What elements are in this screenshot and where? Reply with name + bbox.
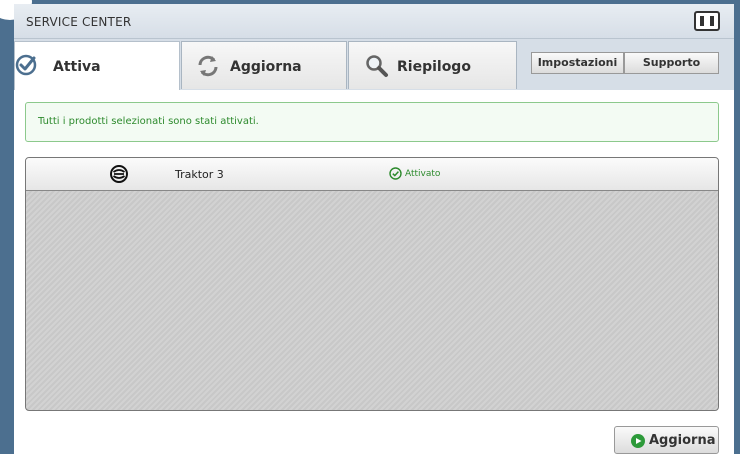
traktor-icon bbox=[110, 165, 128, 183]
success-message: Tutti i prodotti selezionati sono stati … bbox=[25, 102, 719, 142]
tab-aggiorna[interactable]: Aggiorna bbox=[181, 41, 347, 89]
play-circle-icon bbox=[631, 434, 645, 448]
settings-button[interactable]: Impostazioni bbox=[531, 52, 624, 74]
tab-aggiorna-label: Aggiorna bbox=[230, 59, 302, 75]
title-bar: SERVICE CENTER bbox=[14, 4, 734, 39]
tab-bar: Attiva Aggiorna Riepilogo Impostazioni S… bbox=[14, 39, 734, 92]
refresh-button[interactable]: Aggiorna bbox=[614, 426, 719, 454]
app-window: SERVICE CENTER Attiva Aggiorna Riepilogo… bbox=[0, 0, 740, 454]
window-title: SERVICE CENTER bbox=[26, 15, 132, 29]
window-right-border bbox=[734, 0, 740, 454]
product-status: Attivato bbox=[405, 169, 441, 179]
check-badge-icon bbox=[15, 54, 37, 76]
product-name: Traktor 3 bbox=[175, 168, 224, 181]
success-message-text: Tutti i prodotti selezionati sono stati … bbox=[38, 116, 259, 127]
check-circle-icon bbox=[389, 167, 402, 180]
tab-attiva[interactable]: Attiva bbox=[14, 41, 180, 92]
support-button[interactable]: Supporto bbox=[624, 52, 719, 74]
refresh-icon bbox=[198, 55, 218, 77]
tab-riepilogo-label: Riepilogo bbox=[397, 59, 471, 75]
product-table: Traktor 3 Attivato bbox=[25, 157, 719, 411]
main-content: Tutti i prodotti selezionati sono stati … bbox=[14, 90, 734, 454]
tab-riepilogo[interactable]: Riepilogo bbox=[348, 41, 517, 89]
tab-attiva-label: Attiva bbox=[53, 59, 101, 75]
window-left-border bbox=[0, 0, 14, 454]
native-instruments-logo bbox=[694, 11, 720, 31]
refresh-button-label: Aggiorna bbox=[649, 433, 716, 448]
magnifier-icon bbox=[366, 55, 388, 77]
table-row[interactable]: Traktor 3 Attivato bbox=[26, 158, 718, 191]
